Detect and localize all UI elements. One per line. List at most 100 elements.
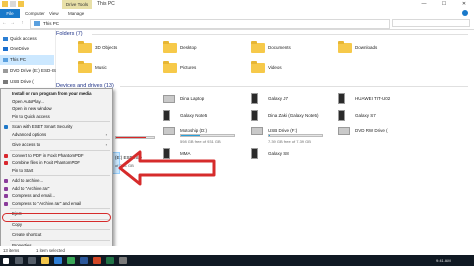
back-button[interactable]: ←: [1, 19, 8, 27]
sidebar-item-label: This PC: [10, 57, 27, 62]
menu-item-label: Open in new window: [12, 106, 52, 111]
folder-icon[interactable]: [163, 61, 177, 73]
device-huawei[interactable]: HUAWEI TIT-U02: [355, 96, 390, 101]
device-dina-laptop[interactable]: Dina Laptop: [180, 96, 204, 101]
folder-3d-objects[interactable]: 3D Objects: [95, 45, 117, 50]
menu-separator: [10, 121, 110, 122]
folder-icon[interactable]: [78, 41, 92, 53]
phone-icon[interactable]: [251, 110, 258, 121]
properties-icon[interactable]: [10, 1, 16, 7]
sidebar-item-quick-access[interactable]: Quick access: [3, 34, 37, 44]
menu-item-label: Install or run program from your media: [12, 91, 92, 96]
phone-icon[interactable]: [163, 110, 170, 121]
menu-item-convert-to-pdf-in-foxit-phantompdf[interactable]: Convert to PDF in Foxit PhantomPDF: [1, 152, 111, 160]
device-icon[interactable]: [163, 95, 175, 103]
start-icon[interactable]: [3, 257, 9, 264]
drive-icon[interactable]: [163, 127, 175, 135]
tab-view[interactable]: View: [49, 9, 59, 18]
folder-icon[interactable]: [78, 61, 92, 73]
menu-item-scan-with-eset-smart-security[interactable]: Scan with ESET Smart Security: [1, 123, 111, 131]
drive-usb[interactable]: USB Drive (F:): [268, 128, 297, 133]
sidebar-item-label: Quick access: [10, 36, 37, 41]
device-galaxy-note5[interactable]: Galaxy Note5: [180, 113, 207, 118]
cloud-icon: [3, 46, 8, 51]
menu-item-add-to-archive[interactable]: Add to archive...: [1, 177, 111, 185]
device-galaxy-s8[interactable]: Galaxy S8: [268, 151, 289, 156]
tab-file[interactable]: File: [0, 9, 20, 18]
sidebar-item-onedrive[interactable]: OneDrive: [3, 44, 29, 54]
phone-icon[interactable]: [338, 110, 345, 121]
help-icon[interactable]: [462, 10, 468, 16]
tab-computer[interactable]: Computer: [25, 9, 45, 18]
menu-item-add-to-archive-rar[interactable]: Add to "Archive.rar": [1, 185, 111, 193]
phone-icon[interactable]: [251, 93, 258, 104]
usb-drive-icon[interactable]: [251, 127, 263, 135]
sidebar-item-usb-drive[interactable]: USB Drive (: [3, 77, 34, 87]
menu-item-install-or-run-program-from-your-media[interactable]: Install or run program from your media: [1, 90, 111, 98]
maximize-button[interactable]: ☐: [434, 0, 454, 9]
menu-item-open-autoplay[interactable]: Open AutoPlay...: [1, 98, 111, 106]
menu-item-pin-to-start[interactable]: Pin to Start: [1, 167, 111, 175]
menu-item-label: Add to archive...: [12, 178, 44, 183]
drive-dvd-rw[interactable]: DVD RW Drive (: [355, 128, 388, 133]
menu-item-label: Compress to "Archive.rar" and email: [12, 200, 82, 206]
drive-motoship[interactable]: Motoship (D:): [180, 128, 207, 133]
task-view-icon[interactable]: [28, 257, 36, 264]
device-galaxy-j7[interactable]: Galaxy J7: [268, 96, 288, 101]
group-header-folders[interactable]: Folders (7): [56, 30, 83, 38]
up-button[interactable]: ↑: [19, 19, 26, 27]
folder-icon[interactable]: [251, 41, 265, 53]
tab-drive-tools[interactable]: Drive Tools: [62, 0, 92, 9]
folder-pictures[interactable]: Pictures: [180, 65, 196, 70]
menu-item-compress-and-email[interactable]: Compress and email...: [1, 192, 111, 200]
menu-item-icon: [4, 186, 8, 191]
search-icon[interactable]: [15, 257, 23, 264]
folder-videos[interactable]: Videos: [268, 65, 282, 70]
word-icon[interactable]: [80, 257, 88, 264]
folder-desktop[interactable]: Desktop: [180, 45, 197, 50]
menu-item-open-in-new-window[interactable]: Open in new window: [1, 105, 111, 113]
folder-documents[interactable]: Documents: [268, 45, 291, 50]
folder-icon[interactable]: [2, 1, 8, 7]
new-folder-icon[interactable]: [18, 1, 24, 7]
menu-item-icon: [4, 161, 8, 165]
device-dina-zaki-note5[interactable]: Dina Zaki (Galaxy Note5): [268, 113, 319, 118]
submenu-arrow-icon: ›: [105, 131, 107, 137]
file-explorer-icon[interactable]: [41, 257, 49, 264]
minimize-button[interactable]: —: [414, 0, 434, 9]
menu-item-label: Open AutoPlay...: [12, 98, 44, 104]
device-galaxy-s7[interactable]: Galaxy S7: [355, 113, 376, 118]
folder-icon[interactable]: [338, 41, 352, 53]
folder-music[interactable]: Music: [95, 65, 107, 70]
menu-item-pin-to-quick-access[interactable]: Pin to Quick access: [1, 113, 111, 121]
annotation-arrow: [118, 150, 216, 186]
menu-item-label: Convert to PDF in Foxit PhantomPDF: [12, 152, 84, 158]
excel-icon[interactable]: [106, 257, 114, 264]
sidebar-item-dvd-drive[interactable]: DVD Drive (E:) ESD-IS: [3, 66, 56, 76]
powerpoint-icon[interactable]: [93, 257, 101, 264]
tab-manage[interactable]: Manage: [68, 9, 84, 18]
menu-item-label: Compress and email...: [12, 193, 55, 198]
dvd-drive-icon[interactable]: [338, 127, 350, 135]
menu-item-combine-files-in-foxit-phantompdf[interactable]: Combine files in Foxit PhantomPDF: [1, 159, 111, 167]
menu-item-give-access-to[interactable]: Give access to ›: [1, 141, 111, 149]
app-icon[interactable]: [119, 257, 127, 264]
menu-item-label: Pin to Start: [12, 167, 34, 173]
phone-icon[interactable]: [338, 93, 345, 104]
clock[interactable]: 9:41 AM: [436, 255, 451, 266]
close-button[interactable]: ✕: [454, 0, 474, 9]
chrome-icon[interactable]: [67, 257, 75, 264]
folder-downloads[interactable]: Downloads: [355, 45, 377, 50]
group-divider: [92, 34, 468, 35]
folder-icon[interactable]: [251, 61, 265, 73]
sidebar-item-this-pc[interactable]: This PC: [0, 55, 54, 65]
menu-item-compress-to-archive-rar-and-email[interactable]: Compress to "Archive.rar" and email: [1, 200, 111, 208]
edge-icon[interactable]: [54, 257, 62, 264]
forward-button[interactable]: →: [9, 19, 16, 27]
menu-item-advanced-options[interactable]: Advanced options ›: [1, 131, 111, 139]
folder-icon[interactable]: [163, 41, 177, 53]
search-input[interactable]: [392, 19, 470, 27]
address-input[interactable]: This PC: [30, 19, 390, 29]
phone-icon[interactable]: [251, 148, 258, 159]
menu-item-create-shortcut[interactable]: Create shortcut: [1, 231, 111, 239]
